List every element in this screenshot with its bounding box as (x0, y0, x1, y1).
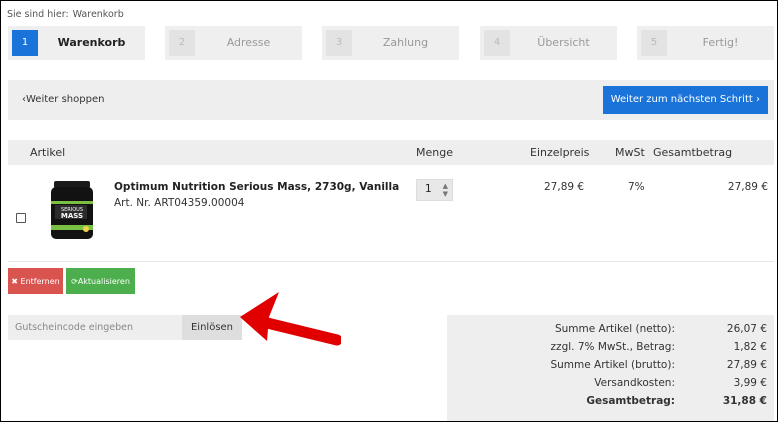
x-icon: ✖ (11, 276, 18, 286)
annotation-arrow-icon (240, 292, 341, 346)
header-article: Artikel (30, 146, 66, 159)
summary-row-gross: Summe Artikel (brutto): 27,89 € (447, 359, 774, 377)
step-number: 5 (641, 30, 667, 56)
header-total: Gesamtbetrag (653, 146, 733, 159)
refresh-icon: ⟳ (71, 276, 78, 286)
header-unit-price: Einzelpreis (530, 146, 590, 159)
step-address[interactable]: 2 Adresse (165, 26, 302, 60)
summary-row-shipping: Versandkosten: 3,99 € (447, 377, 774, 395)
step-cart[interactable]: 1 Warenkorb (8, 26, 145, 60)
line-total: 27,89 € (727, 181, 768, 193)
summary-label: Versandkosten: (594, 377, 675, 389)
summary-row-vat: zzgl. 7% MwSt., Betrag: 1,82 € (447, 341, 774, 359)
remove-button[interactable]: ✖ Entfernen (8, 268, 63, 294)
step-payment[interactable]: 3 Zahlung (322, 26, 459, 60)
step-number: 3 (326, 30, 352, 56)
order-summary: Summe Artikel (netto): 26,07 € zzgl. 7% … (447, 315, 774, 421)
step-label: Warenkorb (57, 36, 126, 49)
cart-navbar: ‹Weiter shoppen Weiter zum nächsten Schr… (8, 80, 774, 120)
vat-rate: 7% (628, 181, 645, 193)
header-quantity: Menge (416, 146, 453, 159)
summary-value: 3,99 € (733, 377, 767, 389)
update-label: Aktualisieren (77, 276, 130, 286)
summary-value: 31,88 € (722, 395, 767, 407)
breadcrumb-prefix: Sie sind hier: (7, 9, 69, 20)
continue-shopping-label: Weiter shoppen (26, 94, 105, 105)
unit-price: 27,89 € (544, 181, 585, 193)
step-label: Adresse (226, 36, 271, 49)
summary-label: Summe Artikel (netto): (554, 323, 675, 335)
continue-shopping-link[interactable]: ‹Weiter shoppen (22, 80, 104, 120)
summary-value: 1,82 € (733, 341, 767, 353)
step-overview[interactable]: 4 Übersicht (480, 26, 617, 60)
step-done[interactable]: 5 Fertig! (637, 26, 774, 60)
summary-label: Summe Artikel (brutto): (550, 359, 675, 371)
breadcrumb-current: Warenkorb (72, 9, 124, 20)
step-number: 1 (12, 30, 38, 56)
step-label: Zahlung (382, 36, 429, 49)
step-label: Übersicht (537, 36, 590, 49)
cart-table-header: Artikel Menge Einzelpreis MwSt Gesamtbet… (8, 140, 774, 165)
product-image[interactable]: SERIOUS MASS (48, 179, 96, 241)
product-image-text-2: MASS (61, 212, 83, 220)
up-down-arrows-icon[interactable]: ▲ ▼ (443, 182, 448, 198)
summary-row-net: Summe Artikel (netto): 26,07 € (447, 323, 774, 341)
summary-row-grand-total: Gesamtbetrag: 31,88 € (447, 395, 774, 413)
remove-label: Entfernen (20, 276, 60, 286)
coupon-code-input[interactable] (8, 315, 182, 340)
product-article-number: Art. Nr. ART04359.00004 (114, 197, 245, 209)
step-number: 2 (169, 30, 195, 56)
quantity-stepper[interactable]: 1 ▲ ▼ (416, 179, 453, 201)
summary-label: zzgl. 7% MwSt., Betrag: (550, 341, 675, 353)
chevron-right-icon: › (756, 94, 760, 105)
quantity-value: 1 (425, 183, 432, 195)
product-name[interactable]: Optimum Nutrition Serious Mass, 2730g, V… (114, 181, 399, 193)
breadcrumb: Sie sind hier: Warenkorb (7, 9, 128, 20)
cart-item-row: SERIOUS MASS Optimum Nutrition Serious M… (8, 165, 774, 262)
next-step-button[interactable]: Weiter zum nächsten Schritt › (602, 86, 768, 114)
next-step-label: Weiter zum nächsten Schritt (610, 94, 753, 105)
update-button[interactable]: ⟳Aktualisieren (66, 268, 135, 294)
summary-value: 27,89 € (726, 359, 767, 371)
header-vat: MwSt (615, 146, 645, 159)
cart-page: Sie sind hier: Warenkorb 1 Warenkorb 2 Ad… (0, 0, 778, 422)
summary-label: Gesamtbetrag: (586, 395, 675, 407)
item-select-checkbox[interactable] (16, 213, 26, 223)
step-label: Fertig! (702, 36, 739, 49)
step-number: 4 (484, 30, 510, 56)
redeem-coupon-button[interactable]: Einlösen (182, 315, 242, 340)
summary-value: 26,07 € (726, 323, 767, 335)
